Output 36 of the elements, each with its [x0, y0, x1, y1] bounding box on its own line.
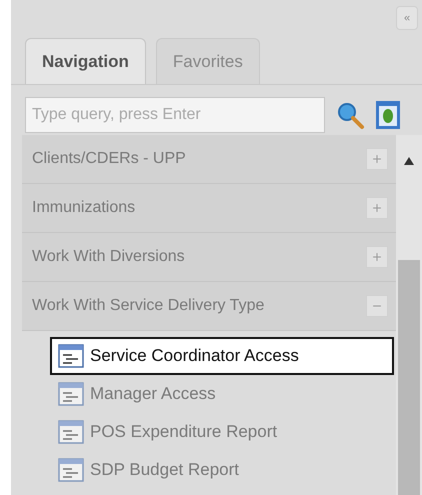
collapse-button[interactable]: « [396, 6, 418, 30]
report-icon [58, 458, 84, 482]
expand-toggle[interactable] [366, 148, 388, 170]
link-text: Service Coordinator Access [90, 345, 299, 368]
section-header[interactable]: Work With Diversions [22, 233, 396, 282]
tab[interactable]: Favorites [156, 38, 260, 84]
plus-icon [371, 202, 383, 214]
tab[interactable]: Navigation [25, 38, 146, 84]
report-icon [58, 420, 84, 444]
search-icon[interactable] [335, 100, 365, 130]
link-text: Manager Access [90, 383, 216, 406]
collapse-toggle[interactable] [366, 295, 388, 317]
search-field[interactable]: Type query, press Enter [25, 97, 325, 133]
link-text: POS Expenditure Report [90, 421, 278, 444]
section-title: Clients/CDERs - UPP [32, 149, 187, 169]
section-title: Immunizations [32, 198, 136, 218]
scroll-up-icon[interactable] [404, 157, 414, 165]
section-title: Work With Service Delivery Type [32, 296, 266, 316]
expand-toggle[interactable] [366, 197, 388, 219]
nav-link[interactable]: POS Expenditure Report [50, 413, 394, 451]
expand-toggle[interactable] [366, 246, 388, 268]
nav-link[interactable]: Manager Access [50, 375, 394, 413]
section-title: Work With Diversions [32, 247, 186, 267]
link-text: SDP Budget Report [90, 459, 239, 482]
plus-icon [371, 153, 383, 165]
app-icon[interactable] [375, 100, 401, 130]
scroll-thumb[interactable] [398, 260, 420, 495]
section-header[interactable]: Clients/CDERs - UPP [22, 135, 396, 184]
report-icon [58, 344, 84, 368]
section-header[interactable]: Work With Service Delivery Type [22, 282, 396, 331]
nav-link[interactable]: SDP Budget Report [50, 451, 394, 489]
nav-link[interactable]: Service Coordinator Access [50, 337, 394, 375]
report-icon [58, 382, 84, 406]
plus-icon [371, 251, 383, 263]
section-header[interactable]: Immunizations [22, 184, 396, 233]
scrollbar[interactable] [396, 135, 422, 495]
